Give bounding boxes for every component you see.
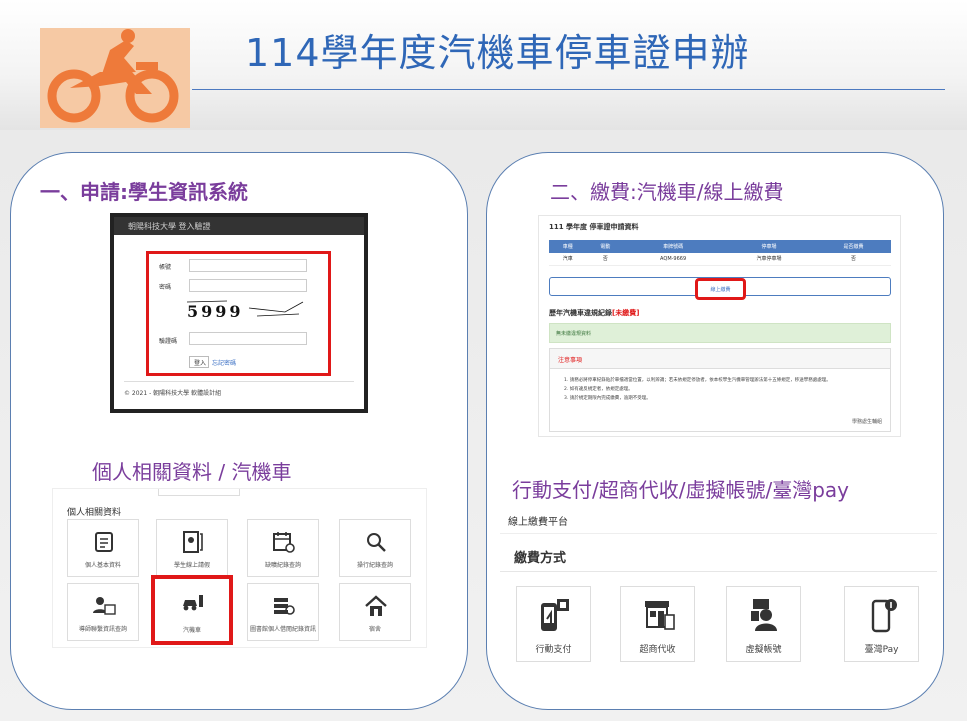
online-pay-button[interactable]: 線上繳費 — [695, 278, 746, 300]
platform-title: 線上繳費平台 — [500, 506, 937, 534]
cell-lot: 汽車停車場 — [722, 253, 816, 266]
tile-conduct-record[interactable]: 操行紀錄查詢 — [339, 519, 411, 577]
password-label: 密碼 — [159, 284, 172, 291]
tile-label: 學生線上請假 — [173, 562, 210, 569]
verify-label: 驗證碼 — [159, 338, 178, 345]
table-row: 汽車 否 AQM-9669 汽車停車場 否 — [549, 253, 891, 266]
tile-vehicle[interactable]: 汽機車 — [151, 575, 233, 645]
mobile-pay-icon — [541, 599, 569, 631]
personal-data-subtitle: 個人相關資料 / 汽機車 — [92, 460, 292, 484]
account-input[interactable] — [189, 259, 307, 272]
unpaid-status-badge: [未繳費] — [612, 309, 640, 317]
tile-label: 導師聯繫資訊查詢 — [78, 626, 127, 633]
contacts-icon — [93, 597, 116, 615]
password-input[interactable] — [189, 279, 307, 292]
no-record-alert: 無未繳違規資料 — [549, 323, 891, 343]
forgot-password-link[interactable]: 忘記密碼 — [212, 358, 236, 367]
payment-heading: 繳費方式 — [514, 551, 567, 566]
cell-vehicle-type: 汽車 — [549, 253, 587, 266]
tile-label: 個人基本資料 — [84, 562, 121, 569]
login-form-highlight: 帳號 密碼 5999 驗證碼 登入 忘記密碼 — [146, 251, 331, 376]
tile-label: 操行紀錄查詢 — [356, 562, 393, 569]
tile-label: 缺曠紀錄查詢 — [264, 562, 301, 569]
title-divider — [192, 89, 945, 90]
notice-signature: 學務處生輔組 — [851, 419, 882, 425]
house-icon — [365, 595, 387, 616]
leave-form-icon — [183, 531, 203, 553]
tile-label: 宿舍 — [368, 626, 381, 633]
notice-item: 1. 請務必將停車紀錄貼於車擋適當位置，以利辨識；若未依規定停放者，依本校學生汽… — [564, 378, 831, 383]
method-mobile-pay[interactable]: 行動支付 — [516, 586, 591, 662]
permit-title: 111 學年度 停車證申請資料 — [549, 223, 639, 231]
account-label: 帳號 — [159, 264, 172, 271]
method-label: 臺灣Pay — [864, 645, 899, 655]
apply-section-title: 一、申請:學生資訊系統 — [40, 180, 248, 204]
permit-screenshot: 111 學年度 停車證申請資料 車種 電動 車牌號碼 停車場 是否繳費 汽車 否… — [538, 215, 901, 437]
tile-mentor-contact[interactable]: 導師聯繫資訊查詢 — [67, 583, 139, 641]
tile-basic-info[interactable]: 個人基本資料 — [67, 519, 139, 577]
personal-data-title: 個人相關資料 — [67, 508, 122, 518]
personal-data-grid: 個人相關資料 個人基本資料 學生線上請假 缺曠紀錄查詢 操行紀錄查詢 導師聯繫資… — [52, 488, 427, 648]
library-icon — [274, 598, 295, 615]
tile-label: 汽機車 — [182, 627, 201, 634]
taiwan-pay-icon — [871, 599, 897, 633]
col-electric: 電動 — [586, 240, 625, 253]
tile-online-leave[interactable]: 學生線上請假 — [156, 519, 228, 577]
method-virtual-account[interactable]: 虛擬帳號 — [726, 586, 801, 662]
calendar-icon — [273, 532, 295, 553]
col-lot: 停車場 — [722, 240, 816, 253]
login-button[interactable]: 登入 — [189, 356, 209, 368]
method-label: 行動支付 — [535, 645, 572, 655]
tile-absence-record[interactable]: 缺曠紀錄查詢 — [247, 519, 319, 577]
login-header: 朝陽科技大學 登入驗證 — [114, 217, 364, 235]
payment-divider — [500, 571, 937, 572]
payment-methods-subtitle: 行動支付/超商代收/虛擬帳號/臺灣pay — [512, 478, 850, 502]
tile-label: 圖書館個人借閱紀錄資訊 — [249, 626, 316, 633]
id-card-icon — [95, 532, 113, 552]
car-icon — [183, 595, 203, 611]
cell-paid: 否 — [815, 253, 891, 266]
tile-dormitory[interactable]: 宿舍 — [339, 583, 411, 641]
cell-electric: 否 — [586, 253, 625, 266]
col-vehicle-type: 車種 — [549, 240, 587, 253]
login-screenshot: 朝陽科技大學 登入驗證 帳號 密碼 5999 驗證碼 登入 忘記密碼 © 202… — [110, 213, 368, 413]
payment-section-title: 二、繳費:汽機車/線上繳費 — [550, 180, 784, 204]
search-record-icon — [367, 533, 386, 552]
motorcycle-logo-icon — [40, 28, 190, 128]
method-label: 虛擬帳號 — [745, 645, 782, 655]
verify-input[interactable] — [189, 332, 307, 345]
history-title-text: 歷年汽機車違規紀錄 — [549, 309, 612, 317]
notice-panel: 注意事項 1. 請務必將停車紀錄貼於車擋適當位置，以利辨識；若未依規定停放者，依… — [549, 348, 891, 432]
notice-item: 2. 如有違反規定者，依規定處理。 — [564, 387, 633, 392]
col-paid: 是否繳費 — [815, 240, 891, 253]
method-convenience-store[interactable]: 超商代收 — [620, 586, 695, 662]
payment-card: 繳費方式 行動支付 超商代收 虛擬帳號 臺灣Pay — [500, 539, 937, 667]
notice-item: 3. 請於規定期限內完成繳費，逾期不受理。 — [564, 396, 651, 401]
permit-table: 車種 電動 車牌號碼 停車場 是否繳費 汽車 否 AQM-9669 汽車停車場 … — [549, 240, 891, 266]
login-footer: © 2021 - 朝陽科技大學 軟體設計組 — [124, 381, 354, 397]
payment-platform: 線上繳費平台 繳費方式 行動支付 超商代收 虛擬帳號 臺灣Pay — [500, 506, 937, 668]
method-label: 超商代收 — [639, 645, 676, 655]
tile-library-record[interactable]: 圖書館個人借閱紀錄資訊 — [247, 583, 319, 641]
violation-history-title: 歷年汽機車違規紀錄[未繳費] — [549, 308, 639, 318]
grid-top-tab — [158, 489, 240, 496]
page-title: 114學年度汽機車停車證申辦 — [245, 31, 750, 75]
convenience-store-icon — [645, 601, 675, 630]
cell-plate: AQM-9669 — [624, 253, 723, 266]
method-taiwan-pay[interactable]: 臺灣Pay — [844, 586, 919, 662]
notice-title: 注意事項 — [550, 349, 890, 369]
captcha-noise-icon — [187, 300, 304, 317]
col-plate: 車牌號碼 — [624, 240, 723, 253]
atm-icon — [751, 599, 777, 631]
